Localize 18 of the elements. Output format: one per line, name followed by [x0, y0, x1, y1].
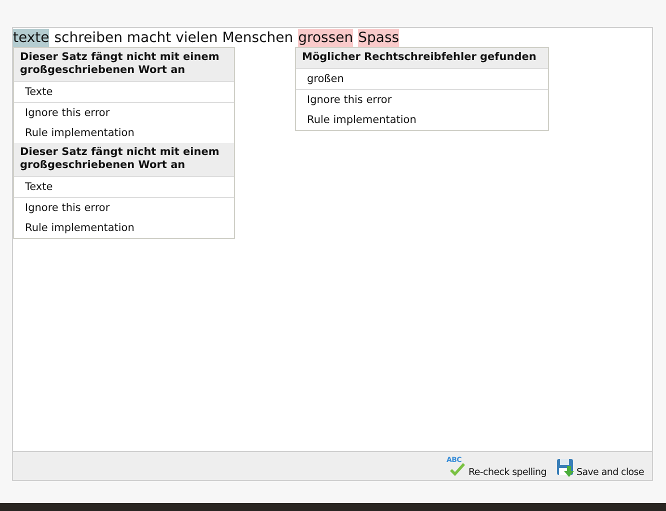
marked-word[interactable]: grossen: [298, 29, 354, 48]
editor-text: schreiben macht vielen Menschen: [54, 29, 294, 48]
suggestion-item[interactable]: großen: [296, 68, 548, 90]
suggestion-item[interactable]: Texte: [14, 81, 234, 103]
marked-word[interactable]: texte: [13, 29, 50, 48]
menu-item[interactable]: Rule implementation: [14, 218, 234, 238]
menu-heading: Dieser Satz fängt nicht mit einem großgeschriebenen Wort an: [14, 48, 234, 81]
menu-item[interactable]: Rule implementation: [296, 110, 548, 130]
menu-item[interactable]: Ignore this error: [14, 198, 234, 218]
menu-heading: Dieser Satz fängt nicht mit einem großgeschriebenen Wort an: [14, 143, 234, 176]
menu-item[interactable]: Ignore this error: [296, 90, 548, 110]
suggestion-item[interactable]: Texte: [14, 176, 234, 198]
menu-item[interactable]: Rule implementation: [14, 123, 234, 143]
save-button[interactable]: Save and close: [556, 458, 644, 478]
menu-item[interactable]: Ignore this error: [14, 103, 234, 123]
menu-heading: Möglicher Rechtschreibfehler gefunden: [296, 48, 548, 68]
marked-word[interactable]: Spass: [358, 29, 400, 48]
save-icon: [556, 458, 574, 478]
